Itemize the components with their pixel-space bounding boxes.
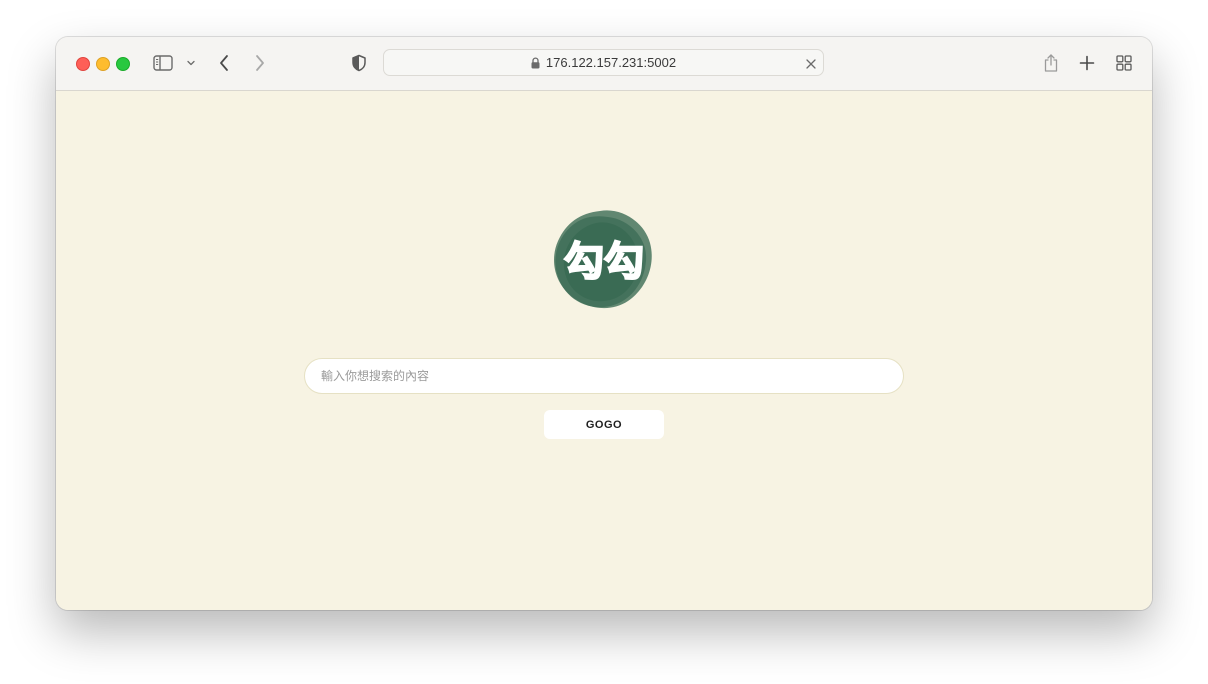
search-input[interactable] <box>304 358 904 394</box>
window-maximize-button[interactable] <box>116 57 130 71</box>
close-icon[interactable] <box>805 57 817 69</box>
site-logo[interactable]: 勾勾 <box>548 203 660 315</box>
address-bar[interactable]: 176.122.157.231:5002 <box>383 49 824 76</box>
plus-icon[interactable] <box>1078 54 1096 72</box>
chevron-down-icon[interactable] <box>185 58 197 68</box>
forward-arrow-icon[interactable] <box>252 54 268 72</box>
grid-icon[interactable] <box>1115 54 1133 72</box>
gogo-button[interactable]: GOGO <box>544 410 664 439</box>
lock-icon <box>531 56 540 69</box>
window-close-button[interactable] <box>76 57 90 71</box>
shield-icon[interactable] <box>350 54 368 72</box>
page-content: 勾勾 GOGO <box>56 91 1152 610</box>
window-minimize-button[interactable] <box>96 57 110 71</box>
back-arrow-icon[interactable] <box>216 54 232 72</box>
url-text: 176.122.157.231:5002 <box>545 55 677 70</box>
logo-text: 勾勾 <box>564 239 644 285</box>
share-icon[interactable] <box>1042 52 1060 74</box>
browser-toolbar: 176.122.157.231:5002 <box>56 37 1152 91</box>
sidebar-icon[interactable] <box>152 54 174 72</box>
browser-window: 176.122.157.231:5002 勾勾 輸入你想搜索的內容 GOGO <box>56 37 1152 610</box>
